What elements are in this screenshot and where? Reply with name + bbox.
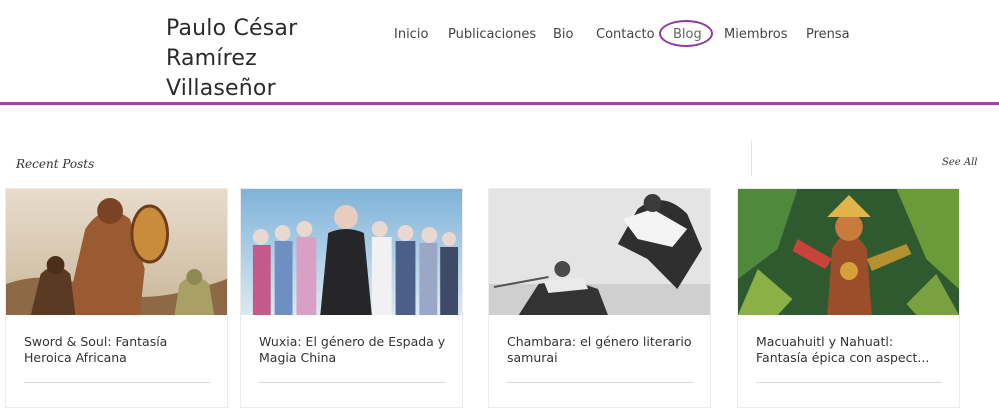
post-thumbnail-image xyxy=(6,189,227,315)
post-thumbnail-image xyxy=(241,189,462,315)
nav-item-blog[interactable]: Blog xyxy=(673,27,702,42)
nav-item-contacto[interactable]: Contacto xyxy=(596,27,655,42)
site-title-line-3: Villaseñor xyxy=(166,76,276,101)
card-divider xyxy=(259,382,445,383)
post-title[interactable]: Chambara: el género literario samurai xyxy=(507,334,697,366)
card-divider xyxy=(507,382,693,383)
header-divider xyxy=(0,102,999,105)
site-title-line-1: Paulo César xyxy=(166,16,298,41)
post-title[interactable]: Wuxia: El género de Espada y Magia China xyxy=(259,334,449,366)
site-title[interactable]: Paulo César Ramírez Villaseñor xyxy=(166,14,297,104)
post-card[interactable]: Macuahuitl y Nahuatl: Fantasía épica con… xyxy=(737,188,960,408)
recent-posts-heading: Recent Posts xyxy=(16,157,95,171)
post-thumbnail[interactable] xyxy=(241,189,462,315)
post-thumbnail[interactable] xyxy=(489,189,710,315)
post-card[interactable]: Wuxia: El género de Espada y Magia China xyxy=(240,188,463,408)
post-title[interactable]: Macuahuitl y Nahuatl: Fantasía épica con… xyxy=(756,334,946,366)
site-title-line-2: Ramírez xyxy=(166,46,257,71)
nav-item-prensa[interactable]: Prensa xyxy=(806,27,850,42)
card-divider xyxy=(24,382,210,383)
post-thumbnail[interactable] xyxy=(738,189,959,315)
nav-item-inicio[interactable]: Inicio xyxy=(394,27,428,42)
post-card[interactable]: Chambara: el género literario samurai xyxy=(488,188,711,408)
post-thumbnail-image xyxy=(489,189,710,315)
post-thumbnail-image xyxy=(738,189,959,315)
see-all-link[interactable]: See All xyxy=(942,157,977,168)
post-thumbnail[interactable] xyxy=(6,189,227,315)
nav-item-miembros[interactable]: Miembros xyxy=(724,27,788,42)
nav-item-bio[interactable]: Bio xyxy=(553,27,573,42)
card-divider xyxy=(756,382,942,383)
section-divider xyxy=(751,140,752,176)
post-card[interactable]: Sword & Soul: Fantasía Heroica Africana xyxy=(5,188,228,408)
nav-item-publicaciones[interactable]: Publicaciones xyxy=(448,27,536,42)
post-title[interactable]: Sword & Soul: Fantasía Heroica Africana xyxy=(24,334,214,366)
